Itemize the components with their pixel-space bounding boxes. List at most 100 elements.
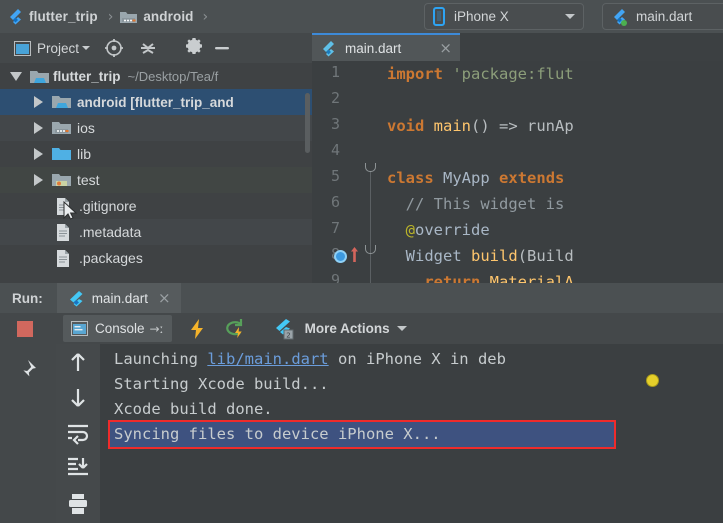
line-number: 6: [330, 193, 340, 211]
editor-tab-main-dart[interactable]: main.dart ×: [312, 33, 460, 61]
breadcrumb-label-android: android: [143, 9, 194, 24]
breadcrumb-label-project: flutter_trip: [29, 9, 98, 24]
breadcrumb-separator-trailing: ›: [202, 8, 209, 25]
chevron-down-icon[interactable]: [10, 71, 22, 81]
project-view-selector[interactable]: Project: [12, 36, 92, 60]
svg-text:2: 2: [286, 331, 290, 339]
run-panel-label: Run:: [12, 290, 43, 306]
code-line-8: Widget build(Build: [405, 247, 574, 265]
settings-gear-icon[interactable]: [182, 36, 206, 60]
soft-wrap-icon[interactable]: [65, 419, 91, 445]
editor-area: main.dart × 1 2 3 4 5 6 7 8 9: [312, 33, 723, 283]
tree-row-packages[interactable]: .packages: [0, 245, 312, 271]
run-panel-header: Run: main.dart ×: [0, 283, 723, 313]
code-viewport[interactable]: 1 2 3 4 5 6 7 8 9 import 'packa: [312, 61, 723, 283]
code-fold-marker[interactable]: [365, 245, 376, 254]
run-tool-window: Run: main.dart × Console →ː 2 More Actio…: [0, 283, 723, 523]
line-number: 7: [330, 219, 340, 237]
more-actions-label[interactable]: More Actions: [305, 321, 390, 336]
breadcrumb-item-android[interactable]: android: [117, 4, 196, 30]
flutter-icon: [67, 290, 83, 307]
tree-label-gitignore: .gitignore: [79, 198, 137, 214]
tree-row-lib[interactable]: lib: [0, 141, 312, 167]
flutter-logo-icon: [7, 8, 22, 25]
tree-label-ios: ios: [77, 120, 95, 136]
collapse-all-icon[interactable]: [136, 36, 160, 60]
module-folder-icon: [52, 120, 71, 136]
tree-row-android[interactable]: android [flutter_trip_and: [0, 89, 312, 115]
tree-row-metadata[interactable]: .metadata: [0, 219, 312, 245]
code-fold-marker[interactable]: [365, 163, 376, 172]
gold-dot-marker: [646, 374, 659, 387]
run-tab-label: main.dart: [91, 290, 149, 306]
chevron-right-icon[interactable]: [34, 96, 43, 108]
file-icon: [56, 223, 70, 241]
run-breakpoint-icon[interactable]: [334, 250, 347, 263]
line-number: 1: [330, 63, 340, 81]
hot-restart-icon[interactable]: [222, 316, 250, 342]
dart-file-icon: [320, 40, 335, 57]
tree-row-flutter-trip[interactable]: flutter_trip ~/Desktop/Tea/f: [0, 63, 312, 89]
arrow-down-icon[interactable]: [65, 384, 91, 410]
chevron-down-icon[interactable]: [396, 326, 407, 331]
stop-button[interactable]: [17, 320, 33, 337]
locate-icon[interactable]: [102, 36, 126, 60]
print-icon[interactable]: [65, 492, 91, 518]
tree-row-test[interactable]: test: [0, 167, 312, 193]
chevron-right-icon[interactable]: [34, 122, 43, 134]
run-panel-toolbar: Console →ː 2 More Actions: [0, 313, 723, 344]
pin-icon[interactable]: [14, 358, 40, 384]
flutter-dart-icon: [611, 8, 627, 26]
source-folder-icon: [52, 146, 71, 162]
project-scrollbar[interactable]: [305, 93, 310, 153]
chevron-right-icon[interactable]: [34, 174, 43, 186]
arrow-up-icon: [350, 247, 359, 262]
code-line-7: @override: [405, 221, 490, 239]
tree-path-flutter-trip: ~/Desktop/Tea/f: [127, 68, 219, 84]
tree-row-ios[interactable]: ios: [0, 115, 312, 141]
tree-label-metadata: .metadata: [79, 224, 142, 240]
editor-gutter[interactable]: 1 2 3 4 5 6 7 8 9: [312, 61, 380, 283]
line-number: 2: [330, 89, 340, 107]
line-number: 5: [330, 167, 340, 185]
console-line-1-pre: Launching: [114, 350, 208, 368]
code-line-9: return MaterialA: [424, 273, 574, 283]
folder-android-icon: [120, 10, 138, 24]
scroll-to-end-icon[interactable]: [65, 454, 91, 480]
module-folder-icon: [52, 94, 71, 110]
mouse-cursor: [63, 200, 78, 221]
console-window-icon: [71, 321, 88, 336]
device-selector-label: iPhone X: [454, 9, 509, 24]
editor-tab-label: main.dart: [345, 40, 402, 56]
console-tab[interactable]: Console →ː: [63, 315, 172, 342]
project-tool-window: Project flutter_trip ~/Desktop/Tea/f and…: [0, 33, 312, 283]
run-side-rail: [56, 344, 100, 523]
console-output[interactable]: Launching lib/main.dart on iPhone X in d…: [100, 344, 723, 523]
code-line-1: import 'package:flut: [387, 65, 574, 83]
file-icon: [56, 249, 70, 267]
run-configuration-label: main.dart: [636, 9, 693, 24]
run-configuration-selector[interactable]: main.dart: [602, 3, 723, 30]
device-selector[interactable]: iPhone X: [424, 3, 584, 30]
line-number: 4: [330, 141, 340, 159]
project-view-label: Project: [37, 40, 80, 56]
tree-row-gitignore[interactable]: .gitignore: [0, 193, 312, 219]
hide-icon[interactable]: [210, 36, 234, 60]
flutter-inspector-icon[interactable]: 2: [272, 318, 296, 340]
arrow-up-icon[interactable]: [65, 350, 91, 376]
run-tab-main-dart[interactable]: main.dart ×: [56, 283, 181, 313]
code-fold-line: [370, 171, 371, 283]
phone-icon: [433, 7, 445, 26]
console-line-1: Launching lib/main.dart on iPhone X in d…: [114, 347, 506, 372]
tree-label-android: android [flutter_trip_and: [77, 94, 234, 110]
test-folder-icon: [52, 172, 71, 188]
close-icon[interactable]: ×: [158, 289, 171, 307]
chevron-right-icon[interactable]: [34, 148, 43, 160]
console-link-main-dart[interactable]: lib/main.dart: [207, 350, 328, 368]
console-line-4: Syncing files to device iPhone X...: [114, 425, 441, 443]
breadcrumb-item-project[interactable]: flutter_trip: [4, 4, 101, 30]
tree-label-flutter-trip: flutter_trip: [53, 68, 121, 84]
chevron-down-icon: [565, 14, 575, 19]
hot-reload-icon[interactable]: [184, 316, 210, 342]
close-icon[interactable]: ×: [439, 39, 452, 57]
